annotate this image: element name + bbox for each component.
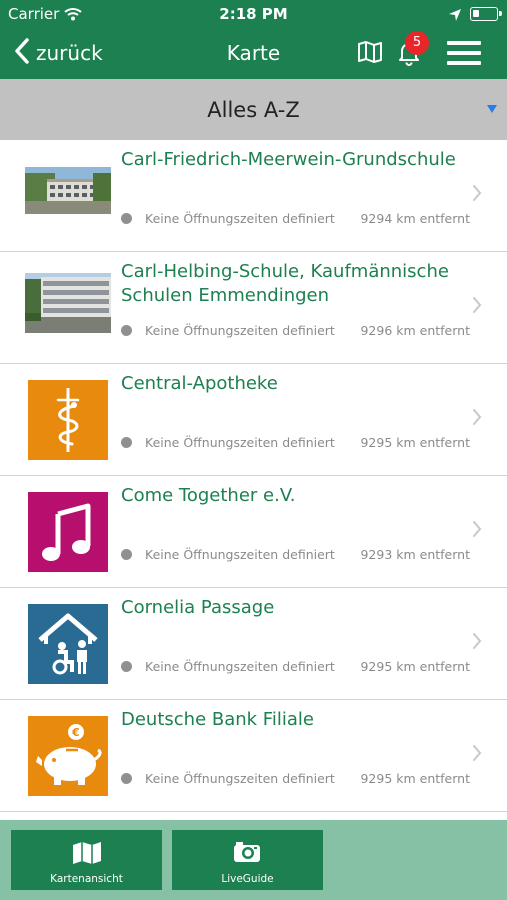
status-dot-icon — [121, 661, 132, 672]
hamburger-menu-button[interactable] — [447, 41, 481, 65]
opening-hours-text: Keine Öffnungszeiten definiert — [145, 771, 335, 786]
tab-label: Kartenansicht — [50, 873, 123, 885]
menu-line — [447, 51, 481, 55]
menu-line — [447, 61, 481, 65]
chevron-right-icon — [472, 408, 482, 430]
notification-count-badge: 5 — [405, 31, 429, 55]
list-item[interactable]: Come Together e.V. Keine Öffnungszeiten … — [0, 476, 507, 588]
tab-label: LiveGuide — [221, 873, 274, 885]
svg-text:€: € — [71, 726, 80, 739]
distance-text: 9295 km entfernt — [360, 771, 470, 786]
chevron-left-icon — [14, 38, 30, 68]
chevron-right-icon — [472, 744, 482, 766]
place-name: Carl-Helbing-Schule, Kaufmännische Schul… — [121, 261, 449, 306]
opening-hours-text: Keine Öffnungszeiten definiert — [145, 547, 335, 562]
piggy-bank-icon: € — [28, 716, 108, 796]
location-arrow-icon — [448, 7, 462, 26]
school-photo — [25, 167, 111, 214]
place-list: Carl-Friedrich-Meerwein-Grundschule Kein… — [0, 140, 507, 820]
list-item[interactable]: Carl-Friedrich-Meerwein-Grundschule Kein… — [0, 140, 507, 252]
distance-text: 9295 km entfernt — [360, 659, 470, 674]
chevron-right-icon — [472, 184, 482, 206]
list-item[interactable]: Cornelia Passage Keine Öffnungszeiten de… — [0, 588, 507, 700]
back-button[interactable]: zurück — [14, 38, 103, 68]
chevron-right-icon — [472, 632, 482, 654]
place-name: Cornelia Passage — [121, 597, 275, 618]
place-name: Deutsche Bank Filiale — [121, 709, 314, 730]
list-item[interactable]: Central-Apotheke Keine Öffnungszeiten de… — [0, 364, 507, 476]
camera-icon — [232, 840, 262, 868]
dropdown-caret-icon — [487, 105, 497, 113]
care-home-icon — [28, 604, 108, 684]
distance-text: 9294 km entfernt — [360, 211, 470, 226]
map-view-button[interactable] — [357, 40, 383, 64]
opening-hours-text: Keine Öffnungszeiten definiert — [145, 211, 335, 226]
status-dot-icon — [121, 213, 132, 224]
list-item[interactable]: € Deutsche Bank Filiale Keine Öffnungsze… — [0, 700, 507, 812]
map-icon — [71, 840, 103, 870]
sort-filter-dropdown[interactable]: Alles A-Z — [0, 79, 507, 140]
chevron-right-icon — [472, 520, 482, 542]
status-dot-icon — [121, 549, 132, 560]
battery-icon — [470, 7, 502, 21]
liveguide-tab-button[interactable]: LiveGuide — [172, 830, 323, 890]
place-name: Come Together e.V. — [121, 485, 296, 506]
music-note-icon — [28, 492, 108, 572]
place-name: Central-Apotheke — [121, 373, 278, 394]
place-name: Carl-Friedrich-Meerwein-Grundschule — [121, 149, 456, 170]
status-dot-icon — [121, 325, 132, 336]
opening-hours-text: Keine Öffnungszeiten definiert — [145, 323, 335, 338]
clock-label: 2:18 PM — [219, 5, 288, 23]
opening-hours-text: Keine Öffnungszeiten definiert — [145, 435, 335, 450]
bottom-toolbar: Kartenansicht LiveGuide — [0, 820, 507, 900]
distance-text: 9293 km entfernt — [360, 547, 470, 562]
pharmacy-icon — [28, 380, 108, 460]
navigation-bar: zurück Karte 5 — [0, 28, 507, 79]
status-bar: Carrier 2:18 PM — [0, 0, 507, 28]
distance-text: 9296 km entfernt — [360, 323, 470, 338]
filter-label: Alles A-Z — [207, 98, 300, 122]
list-item[interactable]: Carl-Helbing-Schule, Kaufmännische Schul… — [0, 252, 507, 364]
status-dot-icon — [121, 773, 132, 784]
chevron-right-icon — [472, 296, 482, 318]
back-label: zurück — [36, 41, 103, 65]
map-view-tab-button[interactable]: Kartenansicht — [11, 830, 162, 890]
school-building-photo — [25, 273, 111, 333]
menu-line — [447, 41, 481, 45]
opening-hours-text: Keine Öffnungszeiten definiert — [145, 659, 335, 674]
distance-text: 9295 km entfernt — [360, 435, 470, 450]
status-dot-icon — [121, 437, 132, 448]
folded-map-icon — [357, 41, 383, 68]
